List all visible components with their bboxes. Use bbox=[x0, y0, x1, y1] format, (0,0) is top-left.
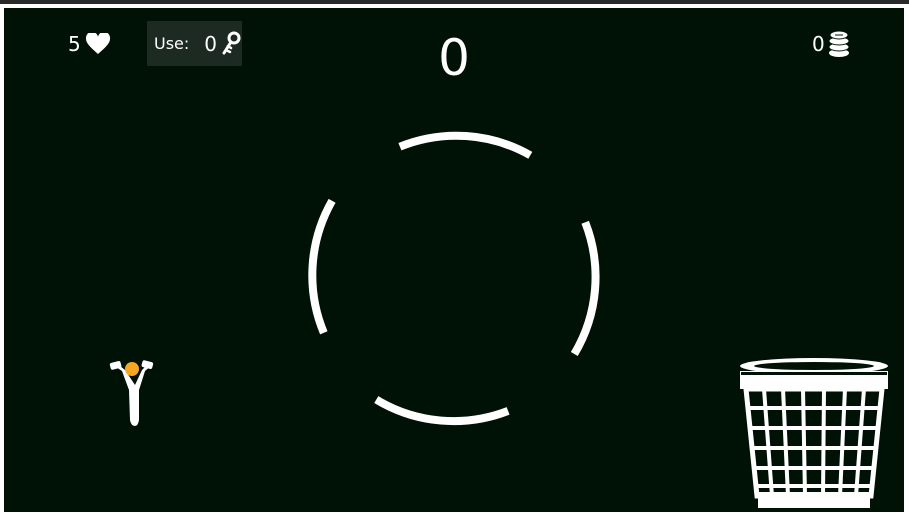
game-canvas[interactable]: 5 Use: 0 0 0 bbox=[4, 8, 904, 512]
wastebasket-icon bbox=[740, 358, 888, 508]
window-top-border bbox=[0, 0, 909, 4]
